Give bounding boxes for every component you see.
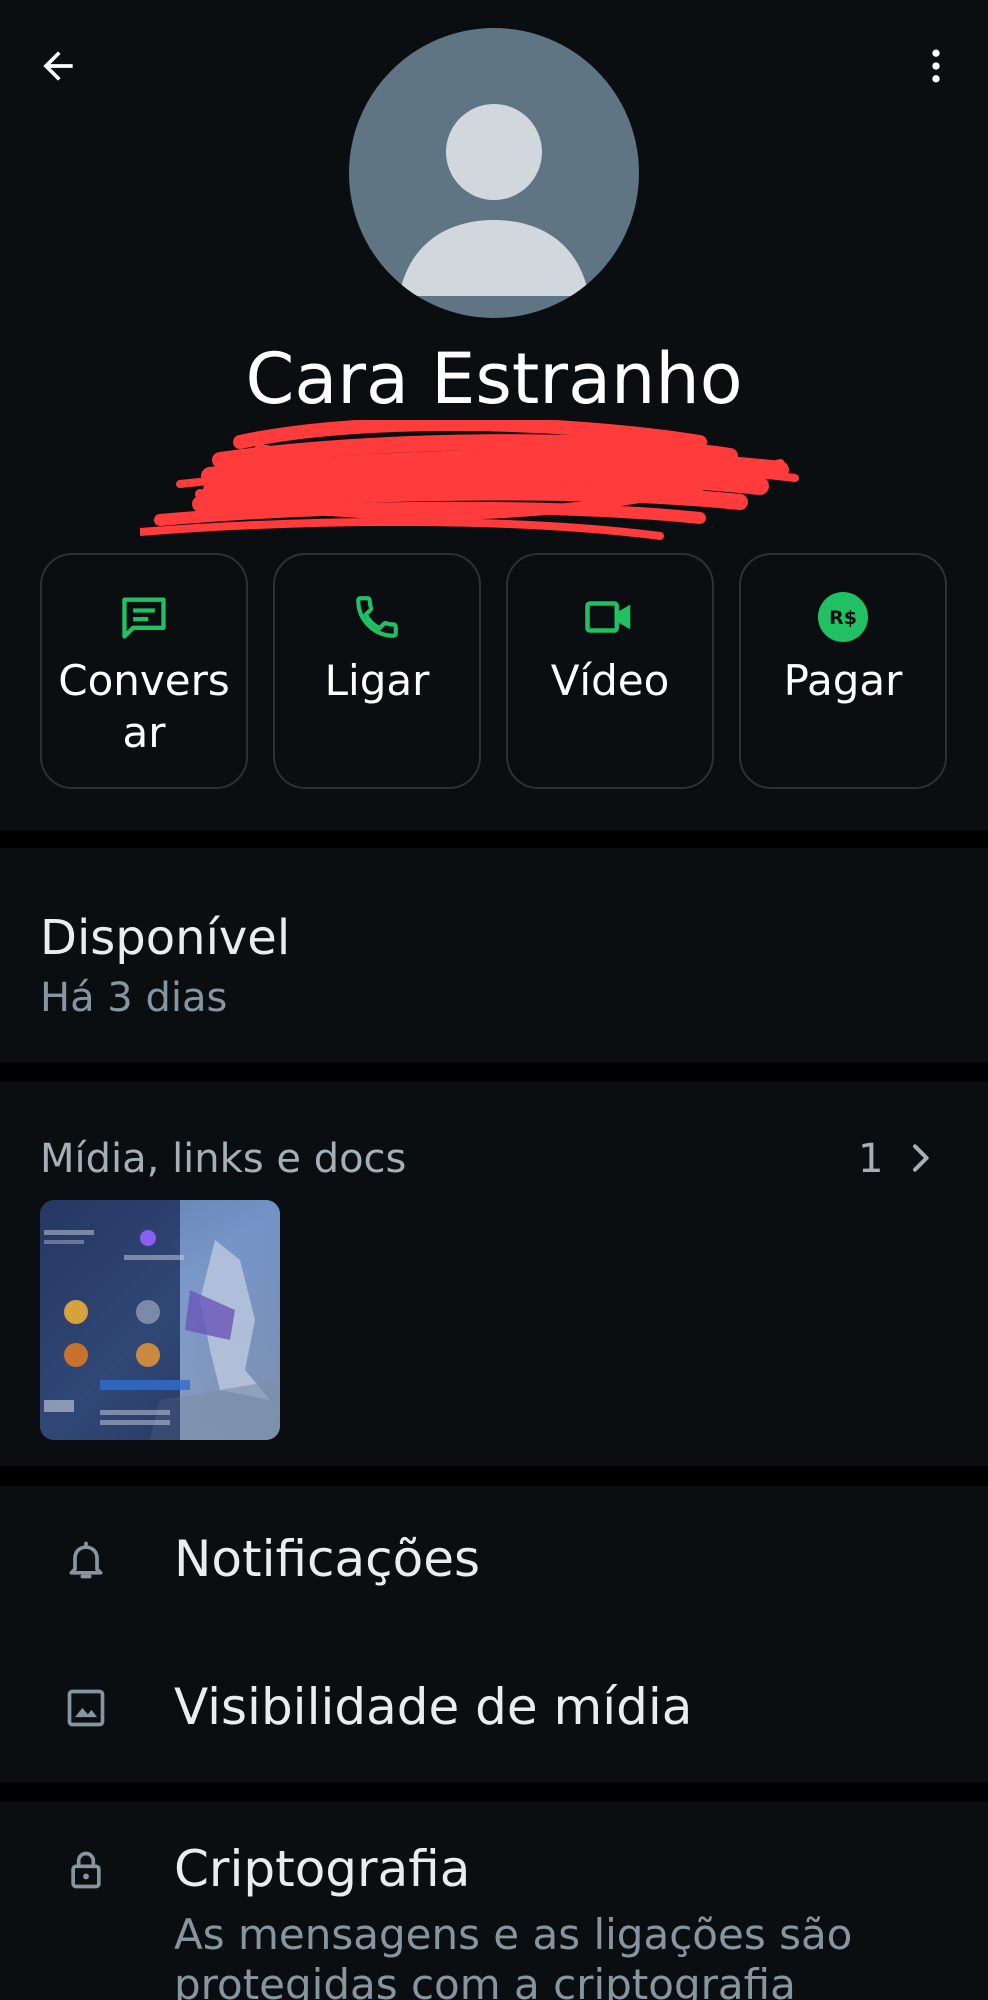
encryption-label: Criptografia	[174, 1840, 471, 1898]
video-button-label: Vídeo	[550, 656, 670, 705]
pay-button-label: Pagar	[783, 656, 903, 705]
message-button[interactable]: Conversar	[40, 553, 248, 789]
payment-icon-text: R$	[829, 607, 857, 629]
default-avatar-icon	[399, 104, 589, 296]
media-visibility-label: Visibilidade de mídia	[174, 1678, 693, 1736]
more-vertical-icon	[932, 49, 940, 83]
phone-icon	[356, 596, 398, 638]
about-text: Disponível	[40, 910, 291, 966]
pay-button[interactable]: R$ Pagar	[739, 553, 947, 789]
lock-icon	[71, 1851, 101, 1889]
settings-section: Notificações Visibilidade de mídia	[0, 1486, 988, 1782]
contact-info-page: Cara Estranho Conversar Ligar Vídeo R$ P…	[0, 0, 988, 2000]
about-section[interactable]: Disponível Há 3 dias	[0, 848, 988, 1062]
message-button-label: Conversar	[58, 656, 230, 757]
payment-icon: R$	[818, 592, 868, 642]
game-screenshot-image	[40, 1200, 280, 1440]
message-icon	[122, 597, 166, 639]
section-divider	[0, 1782, 988, 1802]
section-divider	[0, 1062, 988, 1082]
encryption-description: As mensagens e as ligações são protegida…	[174, 1910, 853, 2000]
media-visibility-row[interactable]: Visibilidade de mídia	[0, 1634, 988, 1782]
encryption-section[interactable]: Criptografia As mensagens e as ligações …	[0, 1802, 988, 2000]
encryption-row[interactable]: Criptografia As mensagens e as ligações …	[0, 1802, 988, 2000]
back-button[interactable]	[30, 38, 86, 94]
notifications-row[interactable]: Notificações	[0, 1486, 988, 1634]
media-count[interactable]: 1	[858, 1134, 883, 1184]
video-button[interactable]: Vídeo	[506, 553, 714, 789]
section-divider	[0, 1466, 988, 1486]
image-icon	[67, 1689, 105, 1727]
media-thumbnail[interactable]	[40, 1200, 280, 1440]
media-links-docs-title[interactable]: Mídia, links e docs	[40, 1134, 406, 1184]
bell-icon	[69, 1541, 103, 1579]
redaction-scribble	[140, 420, 799, 540]
chevron-right-icon[interactable]	[900, 1138, 940, 1178]
video-icon	[585, 601, 631, 633]
action-buttons: Conversar Ligar Vídeo R$ Pagar	[40, 553, 948, 789]
more-options-button[interactable]	[908, 38, 964, 94]
media-section: Mídia, links e docs 1	[0, 1082, 988, 1466]
contact-name: Cara Estranho	[245, 338, 743, 420]
notifications-label: Notificações	[174, 1530, 481, 1588]
call-button[interactable]: Ligar	[273, 553, 481, 789]
profile-header: Cara Estranho Conversar Ligar Vídeo R$ P…	[0, 0, 988, 830]
arrow-left-icon	[43, 51, 73, 81]
avatar[interactable]	[349, 28, 639, 318]
about-date: Há 3 dias	[40, 975, 228, 1021]
section-divider	[0, 830, 988, 848]
call-button-label: Ligar	[324, 656, 430, 705]
